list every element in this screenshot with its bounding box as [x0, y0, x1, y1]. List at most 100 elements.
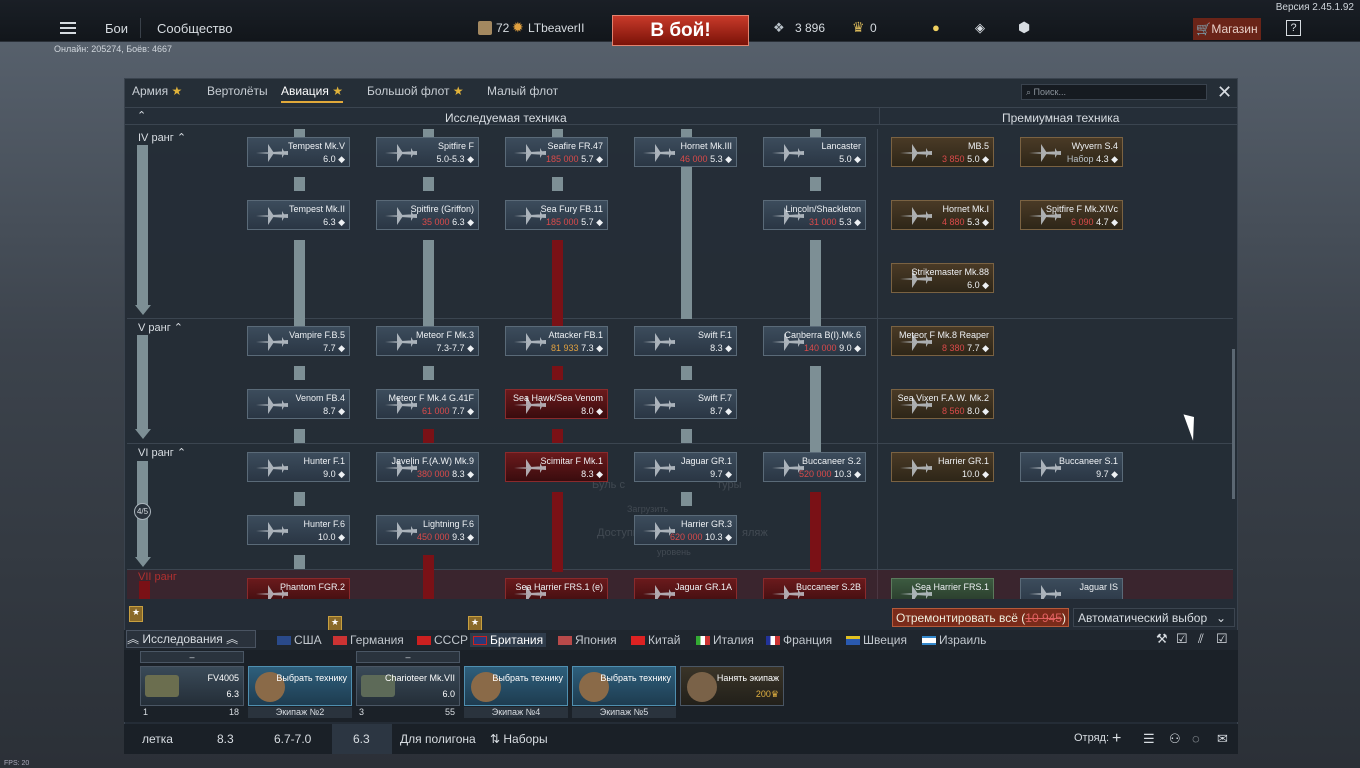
vehicle-card[interactable]: Sea Harrier FRS.1: [891, 578, 994, 599]
list-icon[interactable]: ☰: [1143, 731, 1155, 747]
vehicle-card[interactable]: Sea Hawk/Sea Venom 8.0 ◆: [505, 389, 608, 419]
vehicle-card[interactable]: Phantom FGR.2: [247, 578, 350, 599]
scrollbar[interactable]: [1232, 349, 1235, 499]
wrench-icon[interactable]: ⚒: [1156, 631, 1168, 647]
vehicle-card[interactable]: Spitfire F Mk.XIVc 6 090 4.7 ◆: [1020, 200, 1123, 230]
ammo-icon[interactable]: ⫽: [1198, 631, 1204, 647]
vehicle-card[interactable]: Sea Fury FB.11 185 000 5.7 ◆: [505, 200, 608, 230]
br-8-3[interactable]: 8.3: [217, 732, 234, 746]
vehicle-card[interactable]: Buccaneer S.1 9.7 ◆: [1020, 452, 1123, 482]
tab-coastal-fleet[interactable]: Малый флот: [487, 84, 558, 98]
friends-icon[interactable]: ⚇: [1169, 731, 1181, 747]
vehicle-card[interactable]: Swift F.1 8.3 ◆: [634, 326, 737, 356]
vehicle-card[interactable]: Jaguar GR.1 9.7 ◆: [634, 452, 737, 482]
auto-select-dropdown[interactable]: Автоматический выбор ⌄: [1073, 608, 1235, 627]
rank-v-label[interactable]: V ранг ⌃: [138, 321, 183, 334]
vehicle-card[interactable]: Swift F.7 8.7 ◆: [634, 389, 737, 419]
nation-britain[interactable]: Британия: [470, 633, 547, 647]
vehicle-card[interactable]: Harrier GR.1 10.0 ◆: [891, 452, 994, 482]
vehicle-card[interactable]: Wyvern S.4 Набор 4.3 ◆: [1020, 137, 1123, 167]
collapse-all-icon[interactable]: ⌃: [137, 109, 146, 122]
vehicle-card[interactable]: Buccaneer S.2B: [763, 578, 866, 599]
repair-all-button[interactable]: Отремонтировать всё (10 945) ❖: [892, 608, 1069, 643]
mode-label[interactable]: летка: [142, 732, 173, 746]
br-selected[interactable]: 6.3: [353, 732, 370, 746]
vehicle-card[interactable]: Harrier GR.3 620 000 10.3 ◆: [634, 515, 737, 545]
nation-china[interactable]: Китай: [631, 633, 680, 647]
tab-helicopters[interactable]: Вертолёты: [207, 84, 268, 98]
vehicle-card[interactable]: Canberra B(I).Mk.6 140 000 9.0 ◆: [763, 326, 866, 356]
community-menu[interactable]: Сообщество: [157, 21, 233, 36]
slot-empty[interactable]: Выбрать технику: [464, 666, 568, 706]
nation-ussr[interactable]: СССР: [417, 633, 468, 647]
presets-button[interactable]: ⇅ Наборы: [490, 732, 548, 746]
shop-button[interactable]: 🛒Магазин: [1193, 18, 1261, 40]
vehicle-card[interactable]: Lightning F.6 450 000 9.3 ◆: [376, 515, 479, 545]
vehicle-card[interactable]: Hornet Mk.I 4 880 5.3 ◆: [891, 200, 994, 230]
vehicle-card[interactable]: Tempest Mk.V 6.0 ◆: [247, 137, 350, 167]
vehicle-card[interactable]: Sea Vixen F.A.W. Mk.2 8 560 8.0 ◆: [891, 389, 994, 419]
vehicle-card[interactable]: Vampire F.B.5 7.7 ◆: [247, 326, 350, 356]
player-level: 72: [496, 21, 510, 35]
vehicle-card[interactable]: Javelin F.(A.W) Mk.9 380 000 8.3 ◆: [376, 452, 479, 482]
vehicle-card[interactable]: Attacker FB.1 81 933 7.3 ◆: [505, 326, 608, 356]
vehicle-card[interactable]: Venom FB.4 8.7 ◆: [247, 389, 350, 419]
checkbox-icon[interactable]: ☑: [1216, 631, 1228, 647]
vehicle-card[interactable]: Scimitar F Mk.1 8.3 ◆: [505, 452, 608, 482]
nation-france[interactable]: Франция: [766, 633, 832, 647]
search-input[interactable]: ⌕ Поиск...: [1021, 84, 1207, 100]
lightbulb-icon[interactable]: ●: [932, 20, 940, 35]
vehicle-card[interactable]: Spitfire (Griffon) 35 000 6.3 ◆: [376, 200, 479, 230]
nation-usa[interactable]: США: [277, 633, 322, 647]
add-icon[interactable]: +: [1112, 730, 1121, 748]
vehicle-card[interactable]: Jaguar GR.1A: [634, 578, 737, 599]
battles-menu[interactable]: Бои: [105, 21, 128, 36]
vehicle-card[interactable]: Hunter F.6 10.0 ◆: [247, 515, 350, 545]
slot-empty[interactable]: Выбрать технику: [572, 666, 676, 706]
rank-vi-label[interactable]: VI ранг ⌃: [138, 446, 186, 459]
close-icon[interactable]: ✕: [1217, 82, 1232, 103]
avatar[interactable]: [478, 21, 492, 35]
vehicle-card[interactable]: MB.5 3 850 5.0 ◆: [891, 137, 994, 167]
slot-empty[interactable]: Выбрать технику: [248, 666, 352, 706]
bottom-bar: летка 8.3 6.7-7.0 6.3 Для полигона ⇅ Наб…: [124, 724, 1238, 754]
test-drive-button[interactable]: Для полигона: [400, 732, 476, 746]
nation-israel[interactable]: Израиль: [922, 633, 986, 647]
hire-crew-slot[interactable]: Нанять экипаж 200♛: [680, 666, 784, 706]
vehicle-card[interactable]: Spitfire F 5.0-5.3 ◆: [376, 137, 479, 167]
vehicle-card[interactable]: Lincoln/Shackleton 31 000 5.3 ◆: [763, 200, 866, 230]
vehicle-card[interactable]: Hunter F.1 9.0 ◆: [247, 452, 350, 482]
event-icon[interactable]: ◈: [975, 20, 985, 36]
vehicle-card[interactable]: Hornet Mk.III 46 000 5.3 ◆: [634, 137, 737, 167]
br-range[interactable]: 6.7-7.0: [274, 732, 311, 746]
slot-vehicle[interactable]: FV4005 6.3: [140, 666, 244, 706]
vehicle-card[interactable]: Meteor F Mk.4 G.41F 61 000 7.7 ◆: [376, 389, 479, 419]
nation-germany[interactable]: Германия: [333, 633, 404, 647]
tab-aviation[interactable]: Авиация ★: [281, 84, 343, 103]
vehicle-card[interactable]: Sea Harrier FRS.1 (e): [505, 578, 608, 599]
research-toggle[interactable]: ︽ Исследования ︽: [126, 630, 256, 648]
vehicle-card[interactable]: Buccaneer S.2 520 000 10.3 ◆: [763, 452, 866, 482]
menu-icon[interactable]: [60, 22, 76, 34]
tab-bluewater-fleet[interactable]: Большой флот ★: [367, 84, 464, 98]
vehicle-card[interactable]: Lancaster 5.0 ◆: [763, 137, 866, 167]
chat-icon[interactable]: ◌: [1192, 731, 1200, 746]
mail-icon[interactable]: ✉: [1217, 731, 1228, 747]
vehicle-card[interactable]: Meteor F Mk.3 7.3-7.7 ◆: [376, 326, 479, 356]
help-button[interactable]: ?: [1286, 20, 1301, 36]
nation-italy[interactable]: Италия: [696, 633, 754, 647]
vehicle-card[interactable]: Jaguar IS: [1020, 578, 1123, 599]
vehicle-card[interactable]: Tempest Mk.II 6.3 ◆: [247, 200, 350, 230]
nation-japan[interactable]: Япония: [558, 633, 617, 647]
vehicle-card[interactable]: Strikemaster Mk.88 6.0 ◆: [891, 263, 994, 293]
ticket-icon[interactable]: ⬢: [1018, 19, 1030, 36]
tab-army[interactable]: Армия ★: [132, 84, 182, 98]
vehicle-card[interactable]: Seafire FR.47 185 000 5.7 ◆: [505, 137, 608, 167]
username[interactable]: LTbeaverII: [528, 21, 584, 35]
battle-button[interactable]: В бой!: [612, 15, 749, 46]
slot-vehicle[interactable]: Charioteer Mk.VII 6.0: [356, 666, 460, 706]
rank-iv-label[interactable]: IV ранг ⌃: [138, 131, 186, 144]
nation-sweden[interactable]: Швеция: [846, 633, 907, 647]
vehicle-card[interactable]: Meteor F Mk.8 Reaper 8 380 7.7 ◆: [891, 326, 994, 356]
checkbox-icon[interactable]: ☑: [1176, 631, 1188, 647]
